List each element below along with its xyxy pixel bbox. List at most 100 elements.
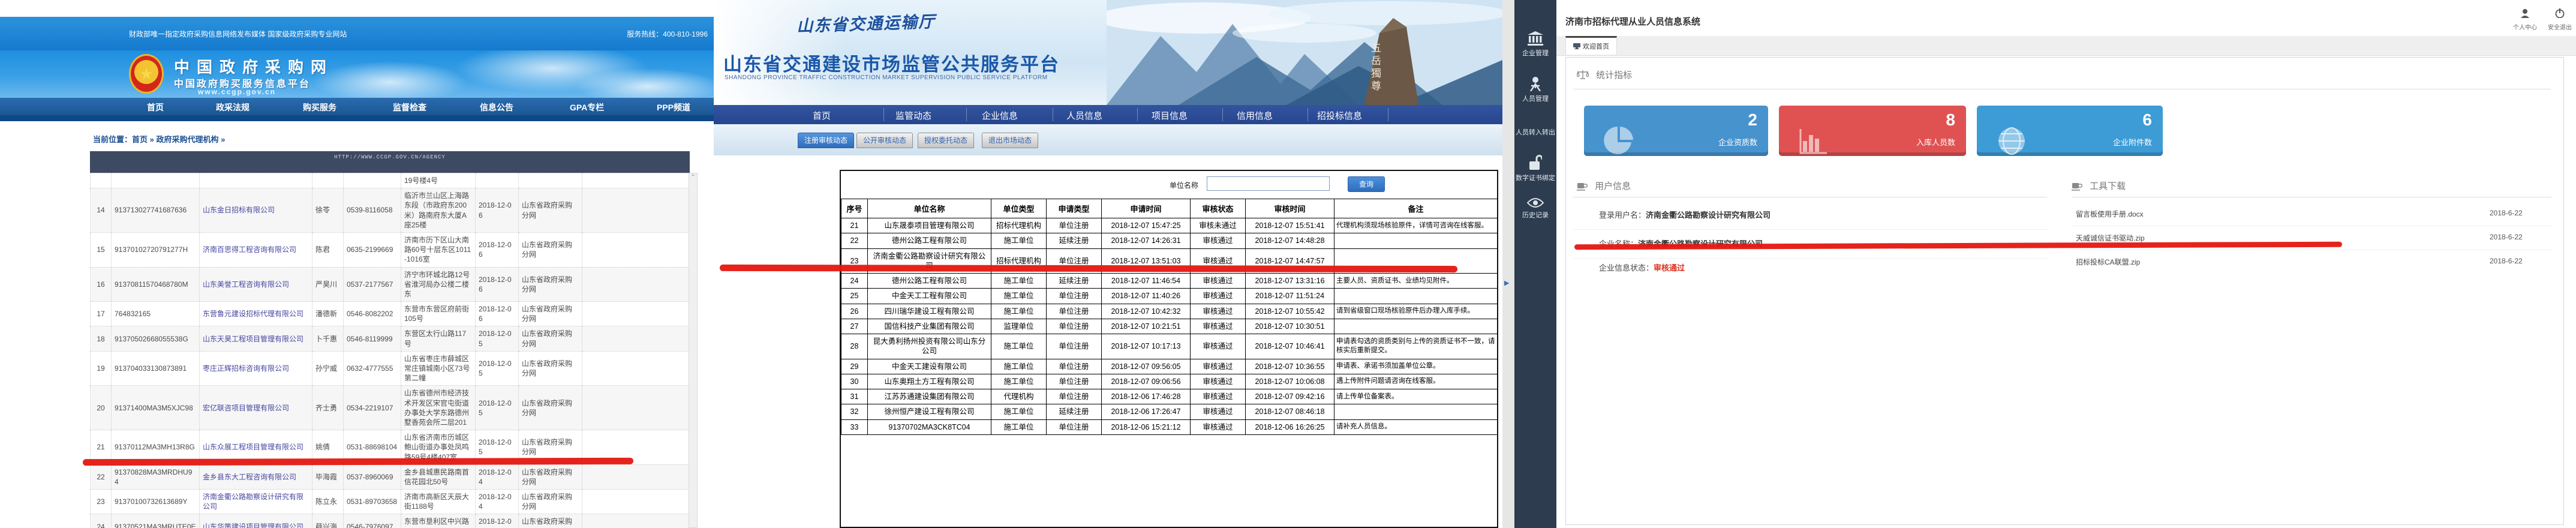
audit-status: 审核通过 xyxy=(1191,334,1246,359)
apply-time: 2018-12-07 15:47:25 xyxy=(1102,218,1191,233)
sdjt-nav-1[interactable]: 首页 xyxy=(813,109,831,122)
sidebar-item-3[interactable]: 人员转入转出 xyxy=(1514,127,1556,137)
date xyxy=(476,173,519,188)
expand-arrow-icon[interactable]: ▶ xyxy=(1504,279,1509,287)
file-name-link[interactable]: 天威诚信证书驱动.zip xyxy=(2076,234,2145,242)
apply-time: 2018-12-07 09:56:05 xyxy=(1102,359,1191,374)
column-header: 单位名称 xyxy=(868,199,991,218)
nav-separator xyxy=(1137,108,1138,121)
ccgp-nav-6[interactable]: GPA专栏 xyxy=(570,101,604,113)
sdjt-nav-3[interactable]: 企业信息 xyxy=(982,109,1018,122)
tab-welcome[interactable]: 欢迎首页 xyxy=(1565,36,1617,55)
mountain-art xyxy=(1107,0,1502,105)
download-file-row[interactable]: 招标投标CA联盟.zip2018-6-22 xyxy=(2076,257,2556,267)
audit-status: 审核通过 xyxy=(1191,319,1246,334)
ccgp-nav-7[interactable]: PPP频道 xyxy=(657,101,690,113)
apply-type: 单位注册 xyxy=(1047,334,1102,359)
org-name-link[interactable]: 东营鲁元建设招标代理有限公司 xyxy=(200,302,312,326)
column-header: 序号 xyxy=(841,199,868,218)
search-button[interactable]: 查询 xyxy=(1348,176,1385,192)
column-header: 单位类型 xyxy=(991,199,1047,218)
file-name-link[interactable]: 招标投标CA联盟.zip xyxy=(2076,258,2140,266)
nav-separator xyxy=(883,108,884,121)
ccgp-nav-3[interactable]: 购买服务 xyxy=(303,101,336,113)
remark xyxy=(1334,289,1498,304)
stat-card-1[interactable]: 2企业资质数 xyxy=(1584,106,1768,156)
sdjt-nav-2[interactable]: 监管动态 xyxy=(895,109,931,122)
stat-label: 入库人员数 xyxy=(1916,136,1955,148)
org-type: 施工单位 xyxy=(991,359,1047,374)
org-type: 施工单位 xyxy=(991,233,1047,248)
menu-label: 个人中心 xyxy=(2510,22,2540,31)
ccgp-nav-5[interactable]: 信息公告 xyxy=(480,101,513,113)
logout-button[interactable]: 安全退出 xyxy=(2545,8,2575,31)
tools-section-title: 工具下载 xyxy=(2072,179,2126,192)
row-no: 17 xyxy=(91,302,112,326)
org-name-link[interactable]: 山东华策建设项目管理有限公司 xyxy=(200,514,312,528)
remark: 主要人员、资质证书、业绩均见附件。 xyxy=(1334,274,1498,289)
org-name-link[interactable]: 山东金日招标有限公司 xyxy=(200,188,312,233)
row-no: 29 xyxy=(841,359,868,374)
audit-status: 审核通过 xyxy=(1191,419,1246,434)
audit-time: 2018-12-07 08:46:18 xyxy=(1246,404,1334,419)
empty-cell xyxy=(582,386,689,430)
stat-card-2[interactable]: 8 入库人员数 xyxy=(1779,106,1966,156)
sidebar-item-4[interactable]: 数字证书绑定 xyxy=(1514,155,1556,182)
ccgp-nav-4[interactable]: 监督检查 xyxy=(393,101,426,113)
sidebar-item-label: 人员管理 xyxy=(1514,94,1556,103)
org-type: 施工单位 xyxy=(991,374,1047,389)
sidebar-item-5[interactable]: 历史记录 xyxy=(1514,198,1556,220)
date: 2018-12-06 xyxy=(476,188,519,233)
row-no: 22 xyxy=(91,464,112,489)
tab-3[interactable]: 授权委托动态 xyxy=(918,133,974,148)
tab-active[interactable]: 注册审核动态 xyxy=(798,133,854,148)
audit-time: 2018-12-07 10:30:51 xyxy=(1246,319,1334,334)
file-name-link[interactable]: 留言板使用手册.docx xyxy=(2076,210,2144,218)
eye-icon xyxy=(1514,198,1556,208)
row-no: 31 xyxy=(841,389,868,404)
org-name-link[interactable]: 山东美誉工程咨询有限公司 xyxy=(200,267,312,302)
org-name: 中金天工建设有限公司 xyxy=(868,359,991,374)
table-scrollbar[interactable]: ⌃ xyxy=(689,173,698,528)
stat-value: 8 xyxy=(1946,110,1955,130)
org-name-link[interactable]: 济南金衢公路勘察设计研究有限公司 xyxy=(200,490,312,514)
org-name-link[interactable]: 枣庄正辉招标咨询有限公司 xyxy=(200,351,312,386)
company-search-input[interactable] xyxy=(1207,176,1330,191)
row-no: 26 xyxy=(841,304,868,319)
sidebar-item-1[interactable]: 企业管理 xyxy=(1514,31,1556,58)
ccgp-nav-1[interactable]: 首页 xyxy=(147,101,164,113)
mug-icon xyxy=(1577,182,1588,191)
address: 济南市历下区山大南路60号十层东区1011-1016室 xyxy=(401,232,476,267)
org-name-link[interactable]: 济南百思得工程咨询有限公司 xyxy=(200,232,312,267)
ccgp-nav-2[interactable]: 政采法规 xyxy=(216,101,250,113)
apply-time: 2018-12-07 11:40:26 xyxy=(1102,289,1191,304)
agency-table: 19号楼4号 14913713027741687636山东金日招标有限公司徐苓0… xyxy=(90,173,689,528)
ccgp-slogan: 财政部唯一指定政府采购信息网络发布媒体 国家级政府采购专业网站 xyxy=(129,29,347,39)
date: 2018-12-04 xyxy=(476,514,519,528)
panel-splitter[interactable]: ▶ xyxy=(1502,0,1515,528)
profile-button[interactable]: 个人中心 xyxy=(2510,8,2540,31)
sdjt-nav-7[interactable]: 招投标信息 xyxy=(1317,109,1362,122)
tab-2[interactable]: 公开审核动态 xyxy=(856,133,913,148)
table-row: 1691370811570468780M山东美誉工程咨询有限公司严昊川0537-… xyxy=(91,267,689,302)
apply-time: 2018-12-07 11:46:54 xyxy=(1102,274,1191,289)
sdjt-nav-6[interactable]: 信用信息 xyxy=(1237,109,1273,122)
address: 东营市垦利区中兴路302号 xyxy=(401,514,476,528)
download-file-row[interactable]: 留言板使用手册.docx2018-6-22 xyxy=(2076,209,2556,219)
phone: 0537-2177567 xyxy=(344,267,401,302)
row-no: 16 xyxy=(91,267,112,302)
phone: 0531-89703658 xyxy=(344,490,401,514)
org-name-link[interactable]: 金乡县东大工程咨询有限公司 xyxy=(200,464,312,489)
stat-card-3[interactable]: 6企业附件数 xyxy=(1977,106,2163,156)
sidebar-item-2[interactable]: 人员管理 xyxy=(1514,77,1556,103)
monitor-icon xyxy=(1573,43,1580,49)
scroll-up-icon[interactable]: ⌃ xyxy=(690,174,695,181)
sdjt-nav-5[interactable]: 项目信息 xyxy=(1152,109,1188,122)
tab-4[interactable]: 退出市场动态 xyxy=(982,133,1038,148)
address: 东营区太行山路117号 xyxy=(401,326,476,351)
org-name-link[interactable]: 山东天昊工程项目管理有限公司 xyxy=(200,326,312,351)
org-name: 徐州恒产建设工程有限公司 xyxy=(868,404,991,419)
sdjt-nav-4[interactable]: 人员信息 xyxy=(1066,109,1102,122)
org-name-link[interactable]: 宏亿联咨项目管理有限公司 xyxy=(200,386,312,430)
org-type: 施工单位 xyxy=(991,334,1047,359)
